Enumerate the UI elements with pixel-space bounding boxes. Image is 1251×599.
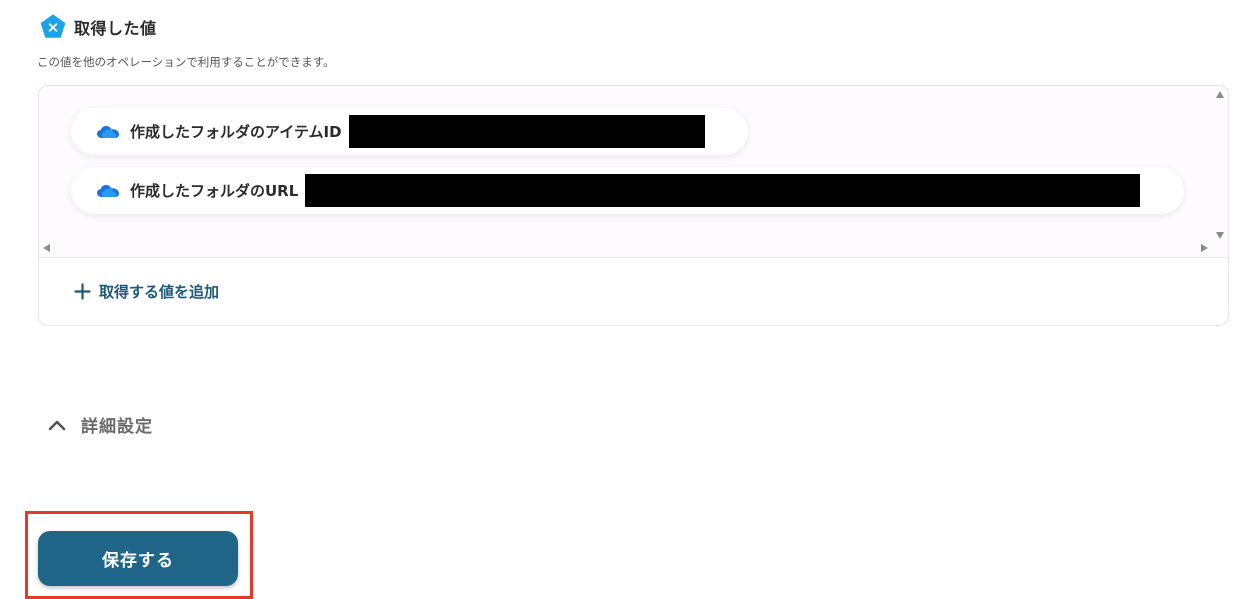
redacted-value	[348, 115, 705, 148]
scroll-right-arrow-icon[interactable]	[1201, 244, 1208, 252]
value-chip-item-id[interactable]: 作成したフォルダのアイテムID	[71, 108, 748, 155]
page: 取得した値 この値を他のオペレーションで利用することができます。 作成したフォル…	[0, 0, 1251, 599]
save-button[interactable]: 保存する	[38, 531, 238, 586]
chevron-up-icon	[48, 420, 66, 430]
onedrive-cloud-icon	[97, 184, 119, 197]
values-panel: 作成したフォルダのアイテムID 作成したフォルダのURL 取得する値を追加	[38, 85, 1229, 326]
value-label: 作成したフォルダのURL	[130, 182, 299, 200]
value-label: 作成したフォルダのアイテムID	[130, 123, 342, 141]
add-value-label: 取得する値を追加	[99, 283, 220, 301]
section-title: 取得した値	[74, 19, 157, 38]
plus-icon	[74, 283, 91, 300]
onedrive-cloud-icon	[97, 125, 119, 138]
scroll-left-arrow-icon[interactable]	[43, 244, 50, 252]
scroll-up-arrow-icon[interactable]	[1216, 91, 1224, 98]
yoom-pentagon-icon	[40, 14, 66, 38]
advanced-settings-toggle[interactable]: 詳細設定	[47, 412, 153, 437]
redacted-value	[305, 174, 1141, 207]
section-description: この値を他のオペレーションで利用することができます。	[37, 55, 335, 69]
values-scroll-area[interactable]: 作成したフォルダのアイテムID 作成したフォルダのURL	[39, 86, 1228, 258]
scroll-down-arrow-icon[interactable]	[1216, 232, 1224, 239]
value-chip-url[interactable]: 作成したフォルダのURL	[71, 167, 1184, 214]
add-value-button[interactable]: 取得する値を追加	[74, 281, 219, 302]
advanced-settings-label: 詳細設定	[81, 417, 153, 437]
section-header: 取得した値	[40, 14, 157, 40]
